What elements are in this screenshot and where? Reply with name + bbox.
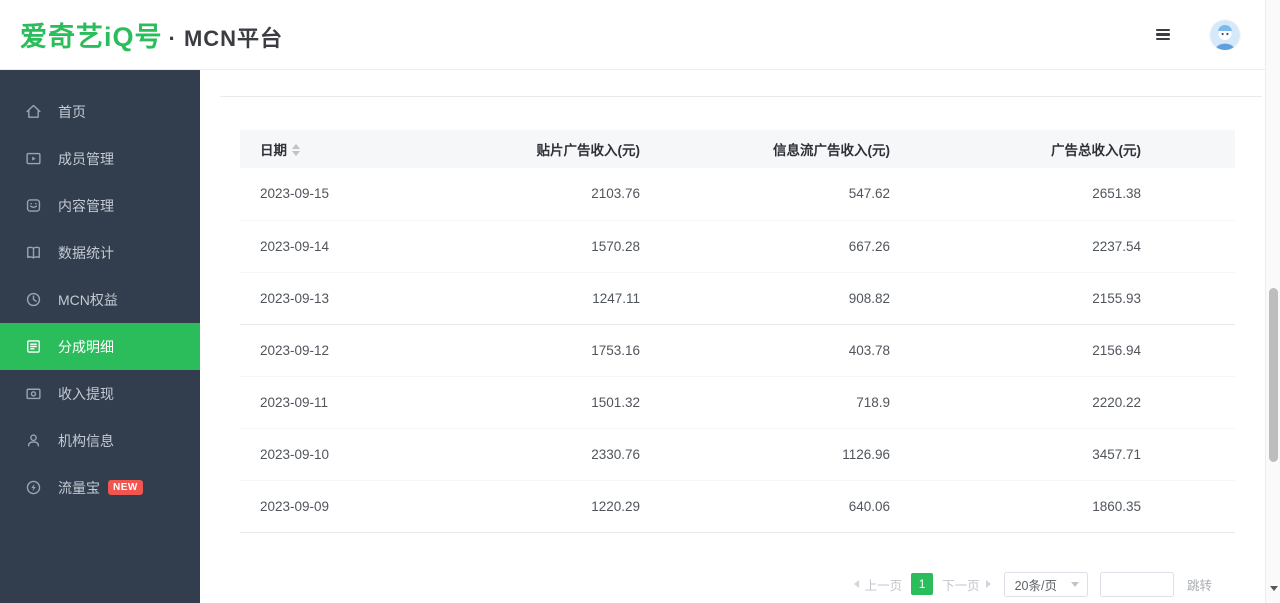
revenue-cell: 2237.54	[900, 220, 1235, 272]
sidebar-item-label: MCN权益	[58, 290, 118, 310]
sidebar-item-label: 数据统计	[58, 243, 114, 263]
date-cell: 2023-09-11	[240, 376, 410, 428]
revenue-cell: 3457.71	[900, 428, 1235, 480]
sidebar-item-clock[interactable]: MCN权益	[0, 276, 200, 323]
table-row: 2023-09-121753.16403.782156.94	[240, 324, 1235, 376]
sidebar-item-label: 机构信息	[58, 431, 114, 451]
logo-platform-text: · MCN平台	[169, 21, 284, 53]
revenue-cell: 1753.16	[410, 324, 650, 376]
sidebar-item-label: 流量宝	[58, 478, 100, 498]
sidebar-item-label: 分成明细	[58, 337, 114, 357]
date-cell: 2023-09-09	[240, 480, 410, 532]
chevron-down-icon	[1071, 582, 1079, 587]
new-badge: NEW	[108, 480, 143, 495]
withdraw-icon	[25, 385, 42, 402]
sidebar-item-label: 收入提现	[58, 384, 114, 404]
revenue-cell: 547.62	[650, 168, 900, 220]
jump-page-input[interactable]	[1100, 572, 1174, 597]
sidebar-item-revenue-detail[interactable]: 分成明细	[0, 323, 200, 370]
date-cell: 2023-09-12	[240, 324, 410, 376]
revenue-table-card: 日期贴片广告收入(元)信息流广告收入(元)广告总收入(元) 2023-09-15…	[240, 130, 1235, 533]
sidebar-item-withdraw[interactable]: 收入提现	[0, 370, 200, 417]
sidebar-item-label: 首页	[58, 102, 86, 122]
sidebar-item-org[interactable]: 机构信息	[0, 417, 200, 464]
home-icon	[25, 103, 42, 120]
scrollbar-down-arrow-icon[interactable]	[1270, 586, 1278, 591]
sidebar-item-label: 成员管理	[58, 149, 114, 169]
revenue-cell: 1860.35	[900, 480, 1235, 532]
revenue-cell: 667.26	[650, 220, 900, 272]
column-header-0[interactable]: 日期	[240, 130, 410, 168]
revenue-cell: 2156.94	[900, 324, 1235, 376]
table-row: 2023-09-102330.761126.963457.71	[240, 428, 1235, 480]
sidebar-item-members[interactable]: 成员管理	[0, 135, 200, 182]
sort-caret-icon[interactable]	[292, 144, 300, 156]
table-row: 2023-09-131247.11908.822155.93	[240, 272, 1235, 324]
content-divider	[220, 96, 1262, 97]
revenue-cell: 1570.28	[410, 220, 650, 272]
members-icon	[25, 150, 42, 167]
column-header-3: 广告总收入(元)	[900, 130, 1235, 168]
date-cell: 2023-09-14	[240, 220, 410, 272]
revenue-table: 日期贴片广告收入(元)信息流广告收入(元)广告总收入(元) 2023-09-15…	[240, 130, 1235, 533]
app-logo: 爱奇艺iQ号 · MCN平台	[20, 15, 283, 54]
main-content: 日期贴片广告收入(元)信息流广告收入(元)广告总收入(元) 2023-09-15…	[200, 70, 1280, 603]
sidebar: 首页 成员管理 内容管理 数据统计 MCN权益 分成明细 收入提现 机构信息 流…	[0, 70, 200, 603]
revenue-cell: 1220.29	[410, 480, 650, 532]
sidebar-item-content[interactable]: 内容管理	[0, 182, 200, 229]
next-page-label: 下一页	[942, 575, 980, 594]
revenue-cell: 2103.76	[410, 168, 650, 220]
sidebar-item-home[interactable]: 首页	[0, 88, 200, 135]
page-number-button[interactable]: 1	[911, 573, 933, 595]
menu-icon[interactable]	[1152, 25, 1174, 45]
revenue-cell: 2155.93	[900, 272, 1235, 324]
revenue-cell: 640.06	[650, 480, 900, 532]
table-row: 2023-09-091220.29640.061860.35	[240, 480, 1235, 532]
table-header-row: 日期贴片广告收入(元)信息流广告收入(元)广告总收入(元)	[240, 130, 1235, 168]
scrollbar-thumb[interactable]	[1269, 288, 1278, 462]
prev-page-label: 上一页	[865, 575, 903, 594]
stats-icon	[25, 244, 42, 261]
revenue-cell: 1126.96	[650, 428, 900, 480]
sidebar-item-traffic[interactable]: 流量宝 NEW	[0, 464, 200, 511]
revenue-cell: 2220.22	[900, 376, 1235, 428]
revenue-cell: 1247.11	[410, 272, 650, 324]
column-header-1: 贴片广告收入(元)	[410, 130, 650, 168]
revenue-cell: 1501.32	[410, 376, 650, 428]
top-header: 爱奇艺iQ号 · MCN平台	[0, 0, 1280, 70]
table-body: 2023-09-152103.76547.622651.382023-09-14…	[240, 168, 1235, 532]
prev-arrow-icon	[854, 580, 859, 588]
next-arrow-icon	[986, 580, 991, 588]
table-row: 2023-09-111501.32718.92220.22	[240, 376, 1235, 428]
revenue-detail-icon	[25, 338, 42, 355]
revenue-cell: 2651.38	[900, 168, 1235, 220]
table-row: 2023-09-152103.76547.622651.38	[240, 168, 1235, 220]
prev-page-button[interactable]: 上一页	[854, 573, 903, 595]
jump-label: 跳转	[1187, 575, 1212, 594]
org-icon	[25, 432, 42, 449]
traffic-icon	[25, 479, 42, 496]
revenue-cell: 403.78	[650, 324, 900, 376]
sidebar-item-label: 内容管理	[58, 196, 114, 216]
revenue-cell: 718.9	[650, 376, 900, 428]
date-cell: 2023-09-10	[240, 428, 410, 480]
pagination: 上一页 1 下一页 20条/页 跳转	[200, 572, 1280, 597]
date-cell: 2023-09-13	[240, 272, 410, 324]
clock-icon	[25, 291, 42, 308]
page-scrollbar[interactable]	[1265, 0, 1280, 603]
next-page-button[interactable]: 下一页	[942, 573, 991, 595]
content-icon	[25, 197, 42, 214]
column-header-2: 信息流广告收入(元)	[650, 130, 900, 168]
user-avatar[interactable]	[1210, 20, 1240, 50]
logo-brand-text: 爱奇艺iQ号	[20, 15, 163, 54]
page-size-value: 20条/页	[1015, 575, 1057, 594]
revenue-cell: 908.82	[650, 272, 900, 324]
page-size-select[interactable]: 20条/页	[1004, 572, 1088, 597]
avatar-icon	[1210, 20, 1240, 50]
date-cell: 2023-09-15	[240, 168, 410, 220]
sidebar-item-stats[interactable]: 数据统计	[0, 229, 200, 276]
revenue-cell: 2330.76	[410, 428, 650, 480]
table-row: 2023-09-141570.28667.262237.54	[240, 220, 1235, 272]
